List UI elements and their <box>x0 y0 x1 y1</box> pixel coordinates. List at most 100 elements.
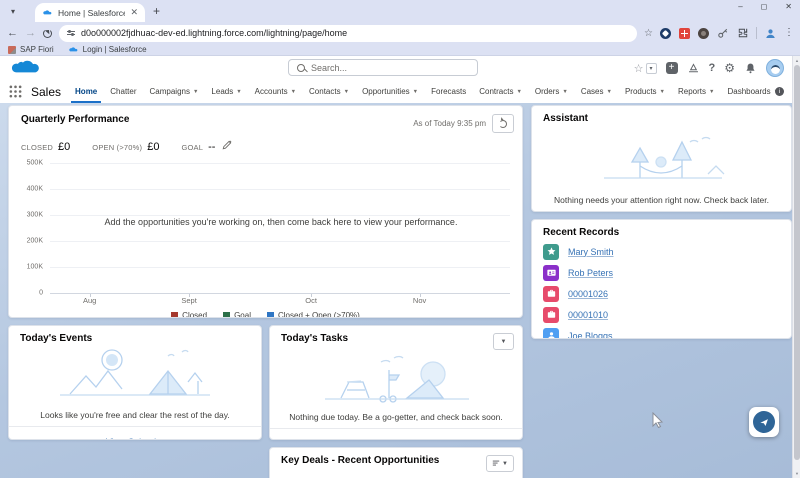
forward-icon[interactable]: → <box>25 27 36 39</box>
reload-icon[interactable] <box>43 29 52 38</box>
site-settings-icon[interactable] <box>67 31 75 35</box>
chevron-down-icon[interactable]: ▼ <box>413 89 418 95</box>
chevron-down-icon[interactable]: ▼ <box>709 89 714 95</box>
help-icon[interactable]: ? <box>709 62 716 74</box>
nav-tab-chatter[interactable]: Chatter <box>110 80 136 103</box>
browser-menu-icon[interactable]: ⋮ <box>784 31 788 35</box>
chevron-down-icon[interactable]: ▼ <box>344 89 349 95</box>
nav-tab-leads[interactable]: Leads▼ <box>211 80 241 103</box>
chevron-down-icon[interactable]: ▼ <box>291 89 296 95</box>
bookmark-star-icon[interactable]: ☆ <box>644 28 653 39</box>
app-launcher-icon[interactable] <box>9 85 22 98</box>
nav-tab-contracts[interactable]: Contracts▼ <box>479 80 522 103</box>
new-tab-button[interactable]: + <box>153 4 160 18</box>
tab-close-icon[interactable]: ✕ <box>130 8 138 17</box>
key-deals-card: Key Deals - Recent Opportunities ▼ No de… <box>269 447 523 478</box>
nav-tab-products[interactable]: Products▼ <box>625 80 665 103</box>
contact-card-icon <box>546 267 557 278</box>
lead-record-icon <box>543 244 559 260</box>
search-icon <box>297 64 305 72</box>
record-link[interactable]: Joe Bloggs <box>568 331 613 340</box>
chat-launcher-button[interactable] <box>749 407 779 437</box>
key-deals-empty-message: No deals yet. Select another filter or c… <box>270 472 522 478</box>
notifications-bell-icon[interactable] <box>744 62 757 75</box>
case-record-icon <box>543 307 559 323</box>
nav-tab-forecasts[interactable]: Forecasts <box>431 80 466 103</box>
bookmark-login-salesforce[interactable]: Login | Salesforce <box>68 45 147 54</box>
global-actions-icon[interactable]: + <box>666 62 678 74</box>
user-record-icon <box>543 328 559 340</box>
scrollbar-thumb[interactable] <box>794 65 800 460</box>
tasks-illustration <box>270 350 522 412</box>
setup-gear-icon[interactable]: ⚙ <box>724 62 735 74</box>
nav-tab-orders[interactable]: Orders▼ <box>535 80 568 103</box>
as-of-timestamp: As of Today 9:35 pm <box>413 119 486 128</box>
scroll-up-icon[interactable]: ▲ <box>793 58 800 63</box>
salesforce-global-header: Search... ☆ ▾ + ? ⚙ <box>0 56 800 80</box>
nav-tab-campaigns[interactable]: Campaigns▼ <box>150 80 199 103</box>
user-avatar[interactable] <box>766 59 784 77</box>
view-all-link[interactable]: View All <box>380 439 411 440</box>
global-search-input[interactable]: Search... <box>288 59 478 76</box>
window-maximize-icon[interactable]: ◻ <box>761 2 768 11</box>
edit-goal-pencil-icon[interactable] <box>222 140 232 150</box>
chevron-down-icon[interactable]: ▼ <box>607 89 612 95</box>
record-link[interactable]: Rob Peters <box>568 268 613 278</box>
nav-tab-dashboards[interactable]: Dashboards▼ <box>727 80 779 103</box>
favorites-star-icon[interactable]: ☆ <box>634 62 644 75</box>
favorites-control[interactable]: ☆ ▾ <box>634 62 657 75</box>
favorites-chevron-icon[interactable]: ▾ <box>646 63 657 74</box>
key-deals-filter-button[interactable]: ▼ <box>486 455 514 472</box>
briefcase-icon <box>546 288 557 299</box>
extension-red-icon[interactable] <box>679 28 690 39</box>
record-row: 00001026 <box>532 283 791 304</box>
events-illustration <box>9 344 261 410</box>
password-key-icon[interactable] <box>717 27 729 39</box>
bookmark-sap-fiori[interactable]: SAP Fiori <box>8 45 54 54</box>
extension-dark-icon[interactable] <box>698 28 709 39</box>
chevron-down-icon[interactable]: ▼ <box>516 89 521 95</box>
nav-tab-home[interactable]: Home <box>75 80 97 103</box>
chart-x-axis: Aug Sept Oct Nov <box>58 296 510 308</box>
scroll-down-icon[interactable]: ▼ <box>793 471 800 476</box>
chevron-down-icon: ▼ <box>502 461 508 467</box>
chevron-down-icon[interactable]: ▼ <box>660 89 665 95</box>
app-navigation-bar: Sales Home Chatter Campaigns▼ Leads▼ Acc… <box>0 80 800 103</box>
chevron-down-icon[interactable]: ▼ <box>236 89 241 95</box>
url-bar[interactable]: d0o000002fjdhuac-dev-ed.lightning.force.… <box>59 25 637 42</box>
back-icon[interactable]: ← <box>7 27 18 39</box>
record-link[interactable]: Mary Smith <box>568 247 614 257</box>
todays-events-card: Today's Events Looks like you're fre <box>8 325 262 440</box>
quarterly-performance-card: Quarterly Performance As of Today 9:35 p… <box>8 105 523 318</box>
nav-info-icon[interactable]: i <box>775 87 784 96</box>
extension-navy-icon[interactable] <box>660 28 671 39</box>
tasks-dropdown-button[interactable]: ▼ <box>493 333 514 350</box>
view-calendar-link[interactable]: View Calendar <box>106 437 164 440</box>
record-link[interactable]: 00001010 <box>568 310 608 320</box>
window-close-icon[interactable]: ✕ <box>785 2 792 11</box>
nav-tab-accounts[interactable]: Accounts▼ <box>255 80 296 103</box>
nav-tab-reports[interactable]: Reports▼ <box>678 80 714 103</box>
record-link[interactable]: 00001026 <box>568 289 608 299</box>
home-page-content: Quarterly Performance As of Today 9:35 p… <box>0 103 800 478</box>
nav-tab-opportunities[interactable]: Opportunities▼ <box>362 80 418 103</box>
browser-profile-icon[interactable] <box>764 27 777 40</box>
legend-swatch-closed <box>171 312 178 318</box>
app-name[interactable]: Sales <box>31 85 61 99</box>
tab-search-chevron-icon[interactable]: ▾ <box>5 3 21 19</box>
chevron-down-icon[interactable]: ▼ <box>193 89 198 95</box>
browser-tab[interactable]: Home | Salesforce ✕ <box>35 3 145 22</box>
nav-tab-contacts[interactable]: Contacts▼ <box>309 80 349 103</box>
url-text[interactable]: d0o000002fjdhuac-dev-ed.lightning.force.… <box>81 28 629 38</box>
chevron-down-icon[interactable]: ▼ <box>562 89 567 95</box>
salesforce-favicon <box>42 9 53 17</box>
page-scrollbar[interactable]: ▲ ▼ <box>792 56 800 478</box>
guidance-center-icon[interactable] <box>687 62 700 75</box>
nav-tab-cases[interactable]: Cases▼ <box>581 80 612 103</box>
toolbar-divider <box>756 27 757 39</box>
refresh-button[interactable] <box>492 114 514 133</box>
events-empty-message: Looks like you're free and clear the res… <box>9 410 261 426</box>
mouse-cursor <box>652 412 664 428</box>
extensions-puzzle-icon[interactable] <box>737 27 749 39</box>
window-minimize-icon[interactable]: – <box>738 2 742 11</box>
